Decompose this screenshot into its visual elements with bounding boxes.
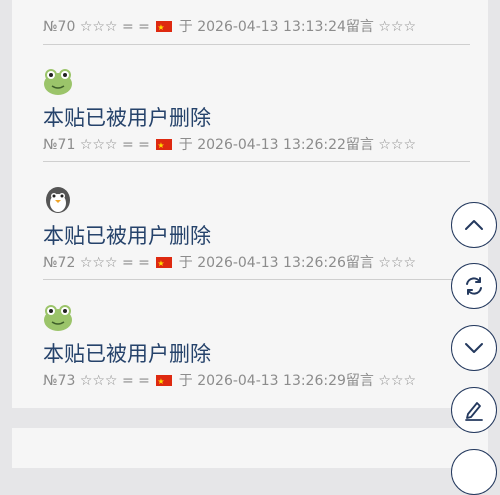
china-flag-icon bbox=[156, 253, 173, 275]
edit-pen-icon bbox=[465, 402, 483, 421]
yu-label: 于 bbox=[178, 373, 193, 389]
equals-mark: = = bbox=[121, 373, 150, 389]
frog-avatar-icon[interactable] bbox=[43, 302, 73, 332]
post-title: 本贴已被用户删除 bbox=[43, 342, 211, 366]
post-meta: №71 ☆☆☆ = = 于 2026-04-13 13:26:22留言 ☆☆☆ bbox=[43, 134, 416, 157]
star-rating-right[interactable]: ☆☆☆ bbox=[378, 19, 416, 35]
equals-mark: = = bbox=[121, 137, 150, 153]
star-rating-left[interactable]: ☆☆☆ bbox=[80, 19, 118, 35]
star-rating-left[interactable]: ☆☆☆ bbox=[80, 255, 118, 271]
star-rating-right[interactable]: ☆☆☆ bbox=[378, 373, 416, 389]
scroll-up-button[interactable] bbox=[451, 202, 497, 248]
post-datetime: 2026-04-13 13:26:26 bbox=[197, 255, 346, 271]
refresh-icon bbox=[466, 277, 482, 295]
yu-label: 于 bbox=[178, 19, 193, 35]
post-number: №72 bbox=[43, 255, 76, 271]
star-rating-right[interactable]: ☆☆☆ bbox=[378, 255, 416, 271]
post-meta: №70 ☆☆☆ = = 于 2026-04-13 13:13:24留言 ☆☆☆ bbox=[43, 16, 416, 39]
star-rating-left[interactable]: ☆☆☆ bbox=[80, 373, 118, 389]
post-divider bbox=[43, 279, 470, 280]
yu-label: 于 bbox=[178, 137, 193, 153]
post-list-card: №70 ☆☆☆ = = 于 2026-04-13 13:13:24留言 ☆☆☆ … bbox=[12, 0, 488, 408]
equals-mark: = = bbox=[121, 255, 150, 271]
penguin-avatar-icon[interactable] bbox=[43, 184, 73, 214]
reply-link[interactable]: 留言 bbox=[346, 373, 374, 389]
china-flag-icon bbox=[156, 371, 173, 393]
post-datetime: 2026-04-13 13:13:24 bbox=[197, 19, 346, 35]
next-card bbox=[12, 428, 488, 468]
post-number: №73 bbox=[43, 373, 76, 389]
star-rating-left[interactable]: ☆☆☆ bbox=[80, 137, 118, 153]
chevron-down-icon bbox=[465, 343, 483, 353]
star-rating-right[interactable]: ☆☆☆ bbox=[378, 137, 416, 153]
post-number: №71 bbox=[43, 137, 76, 153]
post-title: 本贴已被用户删除 bbox=[43, 224, 211, 248]
post-meta: №73 ☆☆☆ = = 于 2026-04-13 13:26:29留言 ☆☆☆ bbox=[43, 370, 416, 393]
chevron-up-icon bbox=[465, 220, 483, 230]
post-meta: №72 ☆☆☆ = = 于 2026-04-13 13:26:26留言 ☆☆☆ bbox=[43, 252, 416, 275]
reply-link[interactable]: 留言 bbox=[346, 19, 374, 35]
yu-label: 于 bbox=[178, 255, 193, 271]
post-datetime: 2026-04-13 13:26:22 bbox=[197, 137, 346, 153]
post-divider bbox=[43, 161, 470, 162]
post-datetime: 2026-04-13 13:26:29 bbox=[197, 373, 346, 389]
post-divider bbox=[43, 44, 470, 45]
refresh-button[interactable] bbox=[451, 263, 497, 309]
frog-avatar-icon[interactable] bbox=[43, 66, 73, 96]
post-number: №70 bbox=[43, 19, 76, 35]
equals-mark: = = bbox=[121, 19, 150, 35]
reply-link[interactable]: 留言 bbox=[346, 137, 374, 153]
compose-button[interactable] bbox=[451, 387, 497, 433]
scroll-down-button[interactable] bbox=[451, 325, 497, 371]
post-title: 本贴已被用户删除 bbox=[43, 106, 211, 130]
china-flag-icon bbox=[156, 17, 173, 39]
reply-link[interactable]: 留言 bbox=[346, 255, 374, 271]
china-flag-icon bbox=[156, 135, 173, 157]
extra-button[interactable] bbox=[451, 449, 497, 495]
